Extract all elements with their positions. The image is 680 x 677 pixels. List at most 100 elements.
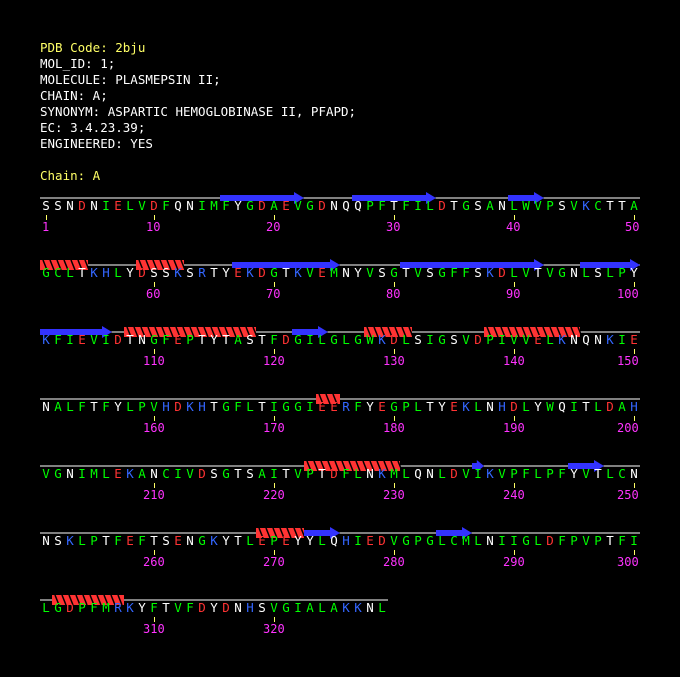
residue: E xyxy=(318,265,326,280)
residue: E xyxy=(282,533,290,548)
residue: I xyxy=(306,332,314,347)
residue: H xyxy=(498,399,506,414)
residue: V xyxy=(582,466,590,481)
residue: Y xyxy=(534,399,542,414)
residue: K xyxy=(342,600,350,615)
residue: D xyxy=(474,332,482,347)
residue: L xyxy=(606,466,614,481)
residue: S xyxy=(414,332,422,347)
residue: L xyxy=(438,466,446,481)
residue: D xyxy=(390,332,398,347)
residue: N xyxy=(150,466,158,481)
residue: T xyxy=(150,533,158,548)
residue: L xyxy=(342,332,350,347)
residue-number: 210 xyxy=(143,488,165,502)
residue: F xyxy=(270,332,278,347)
residue: F xyxy=(162,198,170,213)
residue: N xyxy=(486,399,494,414)
residue: F xyxy=(618,533,626,548)
residue: D xyxy=(606,399,614,414)
residue: I xyxy=(570,399,578,414)
residue: L xyxy=(354,466,362,481)
residue-sequence: GCLTKHLYDSSKSRTYEKDGTKVEMNYVSGTVSGFFSKDL… xyxy=(40,265,640,281)
residue: S xyxy=(210,466,218,481)
residue: N xyxy=(498,198,506,213)
residue: V xyxy=(294,466,302,481)
residue-sequence: LGDPFMRKYFTVFDYDNHSVGIALAKKNL xyxy=(40,600,388,616)
residue: I xyxy=(630,533,638,548)
residue: F xyxy=(342,466,350,481)
residue: F xyxy=(138,533,146,548)
residue: F xyxy=(402,198,410,213)
residue: T xyxy=(198,332,206,347)
residue: I xyxy=(474,466,482,481)
sequence-row: NALFTFYLPVHDKHTGFLTIGGIEERFYEGPLTYEKLNHD… xyxy=(0,391,680,458)
residue: Y xyxy=(126,265,134,280)
residue: L xyxy=(582,265,590,280)
residue: E xyxy=(114,198,122,213)
residue: S xyxy=(474,265,482,280)
residue: D xyxy=(450,466,458,481)
residue: M xyxy=(330,265,338,280)
residue: Q xyxy=(330,533,338,548)
residue: D xyxy=(222,600,230,615)
residue: S xyxy=(558,198,566,213)
residue: G xyxy=(306,198,314,213)
residue: N xyxy=(66,198,74,213)
residue: I xyxy=(78,466,86,481)
residue: T xyxy=(594,466,602,481)
residue: T xyxy=(450,198,458,213)
residue: G xyxy=(246,198,254,213)
residue: F xyxy=(162,332,170,347)
residue: P xyxy=(546,466,554,481)
residue: K xyxy=(582,198,590,213)
residue: L xyxy=(522,399,530,414)
residue: V xyxy=(510,332,518,347)
residue-number: 320 xyxy=(263,622,285,636)
residue: T xyxy=(102,533,110,548)
residue: K xyxy=(42,332,50,347)
residue: V xyxy=(306,265,314,280)
residue: F xyxy=(558,466,566,481)
residue: V xyxy=(366,265,374,280)
residue: G xyxy=(222,399,230,414)
residue: N xyxy=(90,198,98,213)
residue: Y xyxy=(570,466,578,481)
residue: N xyxy=(486,533,494,548)
residue: G xyxy=(198,533,206,548)
residue: T xyxy=(282,265,290,280)
residue: P xyxy=(594,533,602,548)
residue: L xyxy=(126,399,134,414)
residue: E xyxy=(114,466,122,481)
residue: I xyxy=(198,198,206,213)
residue: F xyxy=(378,198,386,213)
residue: N xyxy=(630,466,638,481)
residue: A xyxy=(138,466,146,481)
residue: T xyxy=(210,399,218,414)
residue: P xyxy=(186,332,194,347)
residue: D xyxy=(330,466,338,481)
residue: I xyxy=(66,332,74,347)
residue: F xyxy=(234,399,242,414)
residue: T xyxy=(222,332,230,347)
residue: R xyxy=(198,265,206,280)
residue: A xyxy=(270,198,278,213)
residue: F xyxy=(450,265,458,280)
residue: K xyxy=(174,265,182,280)
residue: C xyxy=(54,265,62,280)
residue: L xyxy=(126,198,134,213)
residue-sequence: SSNDNIELVDFQNIMFYGDAEVGDNQQPFTFILDTGSANL… xyxy=(40,198,640,214)
residue: G xyxy=(294,332,302,347)
residue-number: 140 xyxy=(503,354,525,368)
residue: L xyxy=(78,533,86,548)
residue: F xyxy=(522,466,530,481)
residue: T xyxy=(390,198,398,213)
residue-number: 270 xyxy=(263,555,285,569)
residue: F xyxy=(354,399,362,414)
residue: Q xyxy=(354,198,362,213)
residue-number: 250 xyxy=(617,488,639,502)
residue: T xyxy=(402,265,410,280)
residue: V xyxy=(150,399,158,414)
residue: V xyxy=(138,198,146,213)
residue: P xyxy=(138,399,146,414)
